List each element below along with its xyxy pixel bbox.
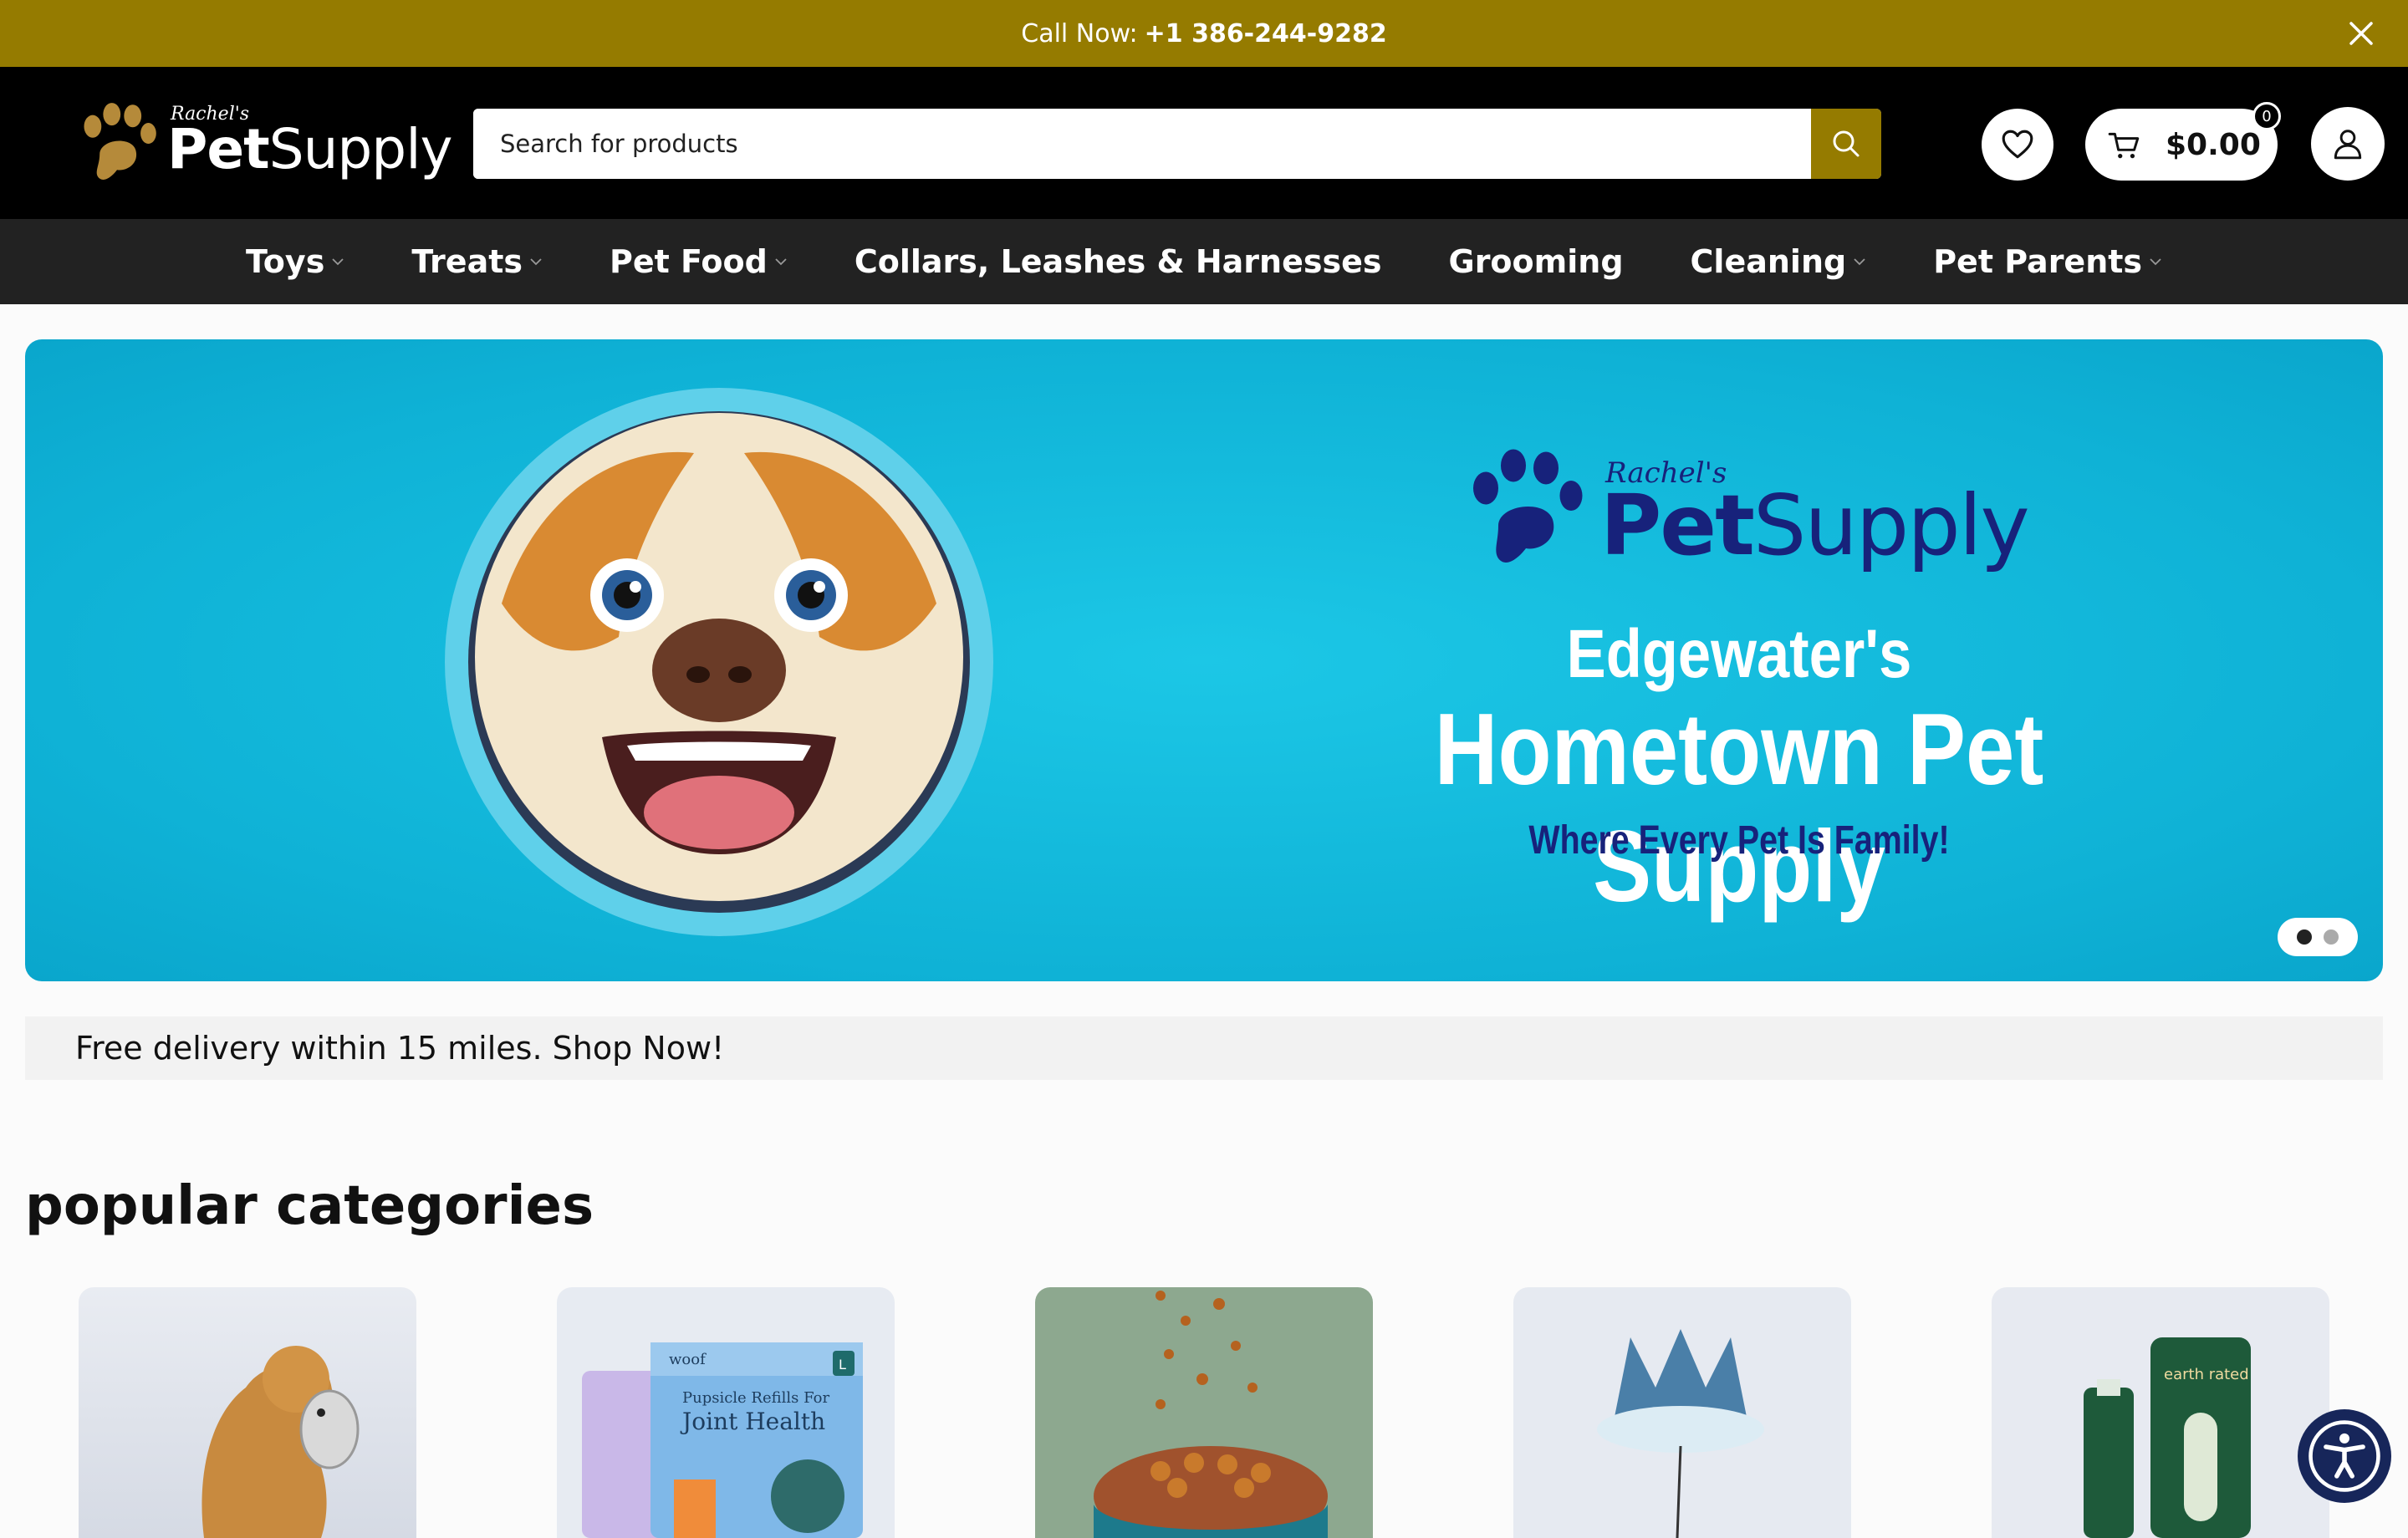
account-button[interactable]	[2311, 107, 2385, 181]
dog-with-toy-image	[79, 1287, 416, 1538]
party-crown-image	[1513, 1287, 1851, 1538]
carousel-dot-2[interactable]	[2324, 929, 2339, 945]
chevron-down-icon	[2150, 258, 2161, 266]
hero-headline-1: Edgewater's	[1566, 616, 1912, 692]
nav-item-cleaning[interactable]: Cleaning	[1691, 243, 1867, 280]
site-header: Rachel's PetSupply $0.00 0	[0, 67, 2408, 219]
main-nav: Toys Treats Pet Food Collars, Leashes & …	[0, 219, 2408, 304]
package-brand: woof	[669, 1351, 707, 1368]
chevron-down-icon	[775, 258, 787, 266]
carousel-dot-1[interactable]	[2297, 929, 2312, 945]
delivery-text: Free delivery within 15 miles. Shop Now!	[75, 1030, 725, 1067]
chevron-down-icon	[1854, 258, 1865, 266]
nav-item-collars[interactable]: Collars, Leashes & Harnesses	[855, 243, 1382, 280]
announcement-bar: Call Now: +1 386-244-9282	[0, 0, 2408, 67]
paw-logo-icon	[1473, 449, 1583, 563]
close-icon[interactable]	[2344, 17, 2378, 50]
package-size: L	[839, 1357, 846, 1372]
nav-item-pet-food[interactable]: Pet Food	[610, 243, 788, 280]
site-logo[interactable]: Rachel's PetSupply	[74, 97, 453, 189]
nav-item-grooming[interactable]: Grooming	[1449, 243, 1624, 280]
brand-label: earth rated	[2164, 1366, 2249, 1383]
nav-item-pet-parents[interactable]: Pet Parents	[1933, 243, 2162, 280]
nav-item-toys[interactable]: Toys	[246, 243, 344, 280]
logo-wordmark: PetSupply	[167, 117, 453, 181]
category-card-cleaning[interactable]: earth rated	[1992, 1287, 2329, 1538]
phone-link[interactable]: +1 386-244-9282	[1145, 19, 1387, 48]
carousel-dots	[2278, 918, 2358, 956]
category-card-treats[interactable]: woof Pupsicle Refills For Joint Health L	[557, 1287, 895, 1538]
nav-item-treats[interactable]: Treats	[411, 243, 543, 280]
category-card-toys[interactable]	[79, 1287, 416, 1538]
hero-logo-wordmark: PetSupply	[1600, 476, 2030, 574]
chevron-down-icon	[530, 258, 542, 266]
hero-headline-2: Hometown Pet Supply	[1434, 692, 2044, 923]
hero-tagline: Where Every Pet Is Family!	[1528, 818, 1950, 863]
search-input[interactable]	[473, 109, 1811, 179]
cart-icon	[2108, 132, 2140, 159]
delivery-strip[interactable]: Free delivery within 15 miles. Shop Now!	[25, 1016, 2383, 1080]
section-title: popular categories	[25, 1175, 594, 1237]
package-title-1: Pupsicle Refills For	[682, 1389, 829, 1407]
paw-logo-icon	[84, 103, 156, 180]
hero-banner[interactable]: Rachel's PetSupply Edgewater's Hometown …	[25, 339, 2383, 981]
category-card-party[interactable]	[1513, 1287, 1851, 1538]
category-card-pet-food[interactable]	[1035, 1287, 1373, 1538]
hero-logo: Rachel's PetSupply	[1463, 440, 2030, 582]
heart-icon	[2002, 130, 2033, 159]
wishlist-button[interactable]	[1982, 109, 2053, 181]
package-title-2: Joint Health	[680, 1408, 825, 1435]
cart-total: $0.00	[2166, 127, 2261, 162]
search-button[interactable]	[1811, 109, 1881, 179]
search-icon	[1833, 130, 1860, 157]
kibble-bowl-image	[1035, 1287, 1373, 1538]
earth-rated-cleaning-image: earth rated	[1992, 1287, 2329, 1538]
user-icon	[2334, 130, 2362, 160]
accessibility-icon	[2309, 1420, 2380, 1492]
call-label: Call Now:	[1021, 18, 1138, 48]
search-bar	[473, 109, 1881, 179]
treats-package-image: woof Pupsicle Refills For Joint Health L	[557, 1287, 895, 1538]
dog-illustration	[445, 388, 993, 936]
chevron-down-icon	[332, 258, 344, 266]
cart-button[interactable]: $0.00 0	[2085, 102, 2281, 181]
cart-count-badge: 0	[2252, 102, 2281, 130]
accessibility-button[interactable]	[2298, 1409, 2391, 1503]
